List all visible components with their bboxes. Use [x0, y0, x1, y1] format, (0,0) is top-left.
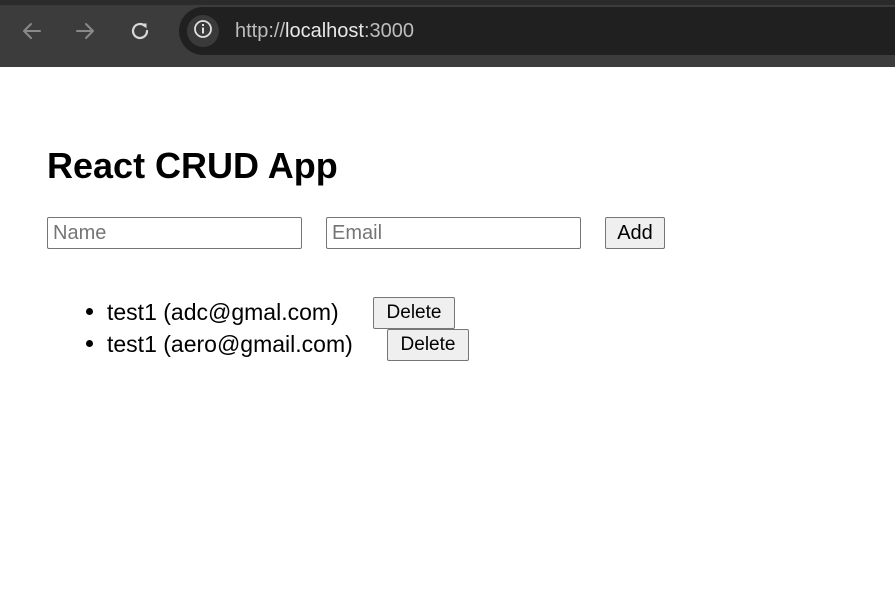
- user-entry-text: test1 (adc@gmal.com): [107, 299, 339, 325]
- bullet-icon: [86, 340, 93, 347]
- address-bar[interactable]: http://localhost:3000: [179, 7, 895, 55]
- email-input[interactable]: [326, 217, 581, 249]
- delete-button[interactable]: Delete: [387, 329, 469, 361]
- user-list: test1 (adc@gmal.com) Delete test1 (aero@…: [0, 296, 600, 361]
- site-info-button[interactable]: [187, 15, 219, 47]
- url-port: :3000: [363, 20, 415, 42]
- list-item: test1 (adc@gmal.com) Delete: [0, 296, 600, 329]
- back-button[interactable]: [16, 15, 48, 47]
- name-input[interactable]: [47, 217, 302, 249]
- delete-button[interactable]: Delete: [373, 297, 455, 329]
- url-scheme: http://: [235, 20, 286, 42]
- add-button[interactable]: Add: [605, 217, 665, 249]
- url-host: localhost: [285, 20, 364, 42]
- user-entry-text: test1 (aero@gmail.com): [107, 331, 353, 357]
- list-item: test1 (aero@gmail.com) Delete: [0, 328, 600, 361]
- arrow-left-icon: [21, 20, 43, 42]
- browser-toolbar: http://localhost:3000: [0, 0, 895, 67]
- reload-icon: [129, 20, 151, 42]
- bullet-icon: [86, 308, 93, 315]
- forward-button[interactable]: [69, 15, 101, 47]
- reload-button[interactable]: [124, 15, 156, 47]
- arrow-right-icon: [74, 20, 96, 42]
- url-text[interactable]: http://localhost:3000: [235, 20, 414, 42]
- info-icon: [193, 19, 213, 44]
- page-title: React CRUD App: [47, 145, 338, 186]
